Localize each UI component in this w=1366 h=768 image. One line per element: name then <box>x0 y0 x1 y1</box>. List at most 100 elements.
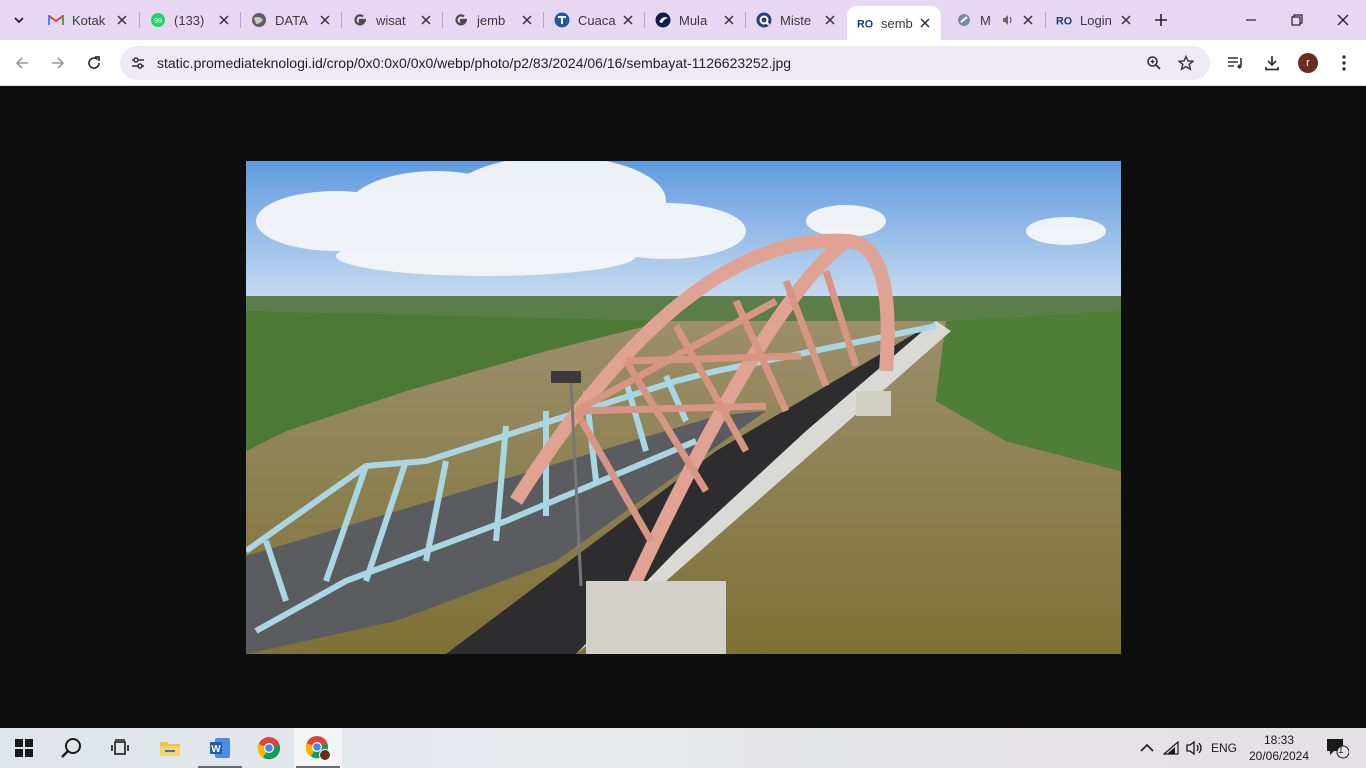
close-icon[interactable] <box>216 12 232 28</box>
bridge-photo[interactable] <box>246 161 1121 654</box>
chrome-icon <box>257 737 281 760</box>
site-info-icon[interactable] <box>128 53 148 73</box>
tab-title: wisat <box>376 12 406 28</box>
tab-google-wisata[interactable]: wisat <box>342 6 442 34</box>
menu-button[interactable] <box>1331 50 1357 76</box>
svg-text:99: 99 <box>154 18 162 25</box>
tab-search-button[interactable] <box>6 7 32 33</box>
downloads-button[interactable] <box>1259 50 1285 76</box>
clock-time: 18:33 <box>1263 733 1295 747</box>
word-button[interactable]: W <box>196 728 244 768</box>
chrome-profile-button[interactable] <box>294 728 342 768</box>
site-icon <box>956 12 972 28</box>
url-text[interactable]: static.promediateknologi.id/crop/0x0:0x0… <box>157 55 791 71</box>
tab-title: jemb <box>477 12 506 28</box>
q-icon <box>756 12 772 28</box>
clock[interactable]: 18:33 20/06/2024 <box>1248 732 1310 764</box>
speaker-icon[interactable] <box>1000 12 1016 28</box>
close-icon[interactable] <box>1118 12 1134 28</box>
tab-cuaca[interactable]: Cuaca <box>544 6 644 34</box>
tab-misteri[interactable]: Miste <box>746 6 846 34</box>
word-icon: W <box>210 738 230 758</box>
plus-icon <box>1155 14 1167 26</box>
bridge-photo-illustration <box>246 161 1121 654</box>
google-icon <box>352 12 368 28</box>
action-center-button[interactable]: 1 <box>1320 728 1354 768</box>
close-icon[interactable] <box>519 12 535 28</box>
tab-audio[interactable]: M <box>946 6 1044 34</box>
browser-toolbar: static.promediateknologi.id/crop/0x0:0x0… <box>0 40 1366 86</box>
tempo-icon <box>554 12 570 28</box>
reload-icon <box>88 56 100 69</box>
image-viewer <box>0 87 1366 728</box>
tab-google-jembatan[interactable]: jemb <box>443 6 543 34</box>
tab-title: (133) <box>174 12 205 28</box>
download-icon <box>1265 56 1279 71</box>
tab-title: Kotak <box>72 12 106 28</box>
media-queue-icon <box>1228 57 1242 69</box>
close-icon[interactable] <box>418 12 434 28</box>
close-icon[interactable] <box>1020 12 1036 28</box>
chevron-up-icon <box>1140 743 1154 752</box>
tab-title: Cuaca <box>578 12 616 28</box>
ro-icon: RO <box>1056 12 1072 28</box>
zoom-icon[interactable] <box>1144 53 1164 73</box>
windows-taskbar: W ENG 18:33 20/06/2024 1 <box>0 728 1366 768</box>
media-control-button[interactable] <box>1223 50 1249 76</box>
tab-mulai[interactable]: Mula <box>645 6 745 34</box>
restore-button[interactable] <box>1274 0 1320 40</box>
tab-login[interactable]: RO Login <box>1046 6 1142 34</box>
tab-gmail[interactable]: Kotak <box>38 6 138 34</box>
notification-count: 1 <box>1338 745 1344 756</box>
file-explorer-button[interactable] <box>146 728 194 768</box>
chrome-button[interactable] <box>245 728 293 768</box>
minimize-button[interactable] <box>1228 0 1274 40</box>
clock-date: 20/06/2024 <box>1248 749 1310 763</box>
task-view-button[interactable] <box>96 728 144 768</box>
tab-title: Miste <box>780 12 812 28</box>
start-button[interactable] <box>0 728 48 768</box>
gmail-icon <box>48 12 64 28</box>
show-hidden-icons-button[interactable] <box>1136 728 1158 768</box>
volume-button[interactable] <box>1184 728 1206 768</box>
minimize-icon <box>1246 19 1256 21</box>
bookmark-star-icon[interactable] <box>1176 53 1196 73</box>
ro-icon: RO <box>857 15 873 31</box>
close-icon[interactable] <box>721 12 737 28</box>
arrow-right-icon <box>52 57 65 69</box>
whatsapp-icon: 99 <box>150 12 166 28</box>
tab-whatsapp[interactable]: 99 (133) <box>140 6 240 34</box>
tab-sembayat-active[interactable]: RO semb <box>847 6 941 40</box>
close-icon[interactable] <box>620 12 636 28</box>
arrow-left-icon <box>15 57 28 69</box>
network-button[interactable] <box>1160 728 1182 768</box>
profile-avatar[interactable]: r <box>1298 53 1318 73</box>
close-icon[interactable] <box>317 12 333 28</box>
search-button[interactable] <box>48 728 96 768</box>
close-window-button[interactable] <box>1320 0 1366 40</box>
speaker-icon <box>1186 740 1202 756</box>
language-indicator[interactable]: ENG <box>1208 728 1240 768</box>
new-tab-button[interactable] <box>1148 7 1174 33</box>
notification-icon <box>1327 739 1349 759</box>
svg-text:W: W <box>211 744 221 755</box>
wifi-icon <box>1163 741 1179 755</box>
close-icon <box>1337 14 1349 26</box>
forward-button[interactable] <box>44 49 72 77</box>
chrome-profile-icon <box>305 736 331 761</box>
back-button[interactable] <box>8 49 36 77</box>
tab-title: semb <box>881 15 913 31</box>
windows-logo-icon <box>15 739 33 757</box>
task-view-icon <box>111 739 129 755</box>
reload-button[interactable] <box>80 49 108 77</box>
close-icon[interactable] <box>114 12 130 28</box>
globe-icon <box>251 12 267 28</box>
close-icon[interactable] <box>822 12 838 28</box>
tab-title: M <box>980 12 991 28</box>
close-icon[interactable] <box>917 15 933 31</box>
tab-data[interactable]: DATA <box>241 6 341 34</box>
tab-title: Login <box>1080 12 1112 28</box>
tab-title: DATA <box>275 12 308 28</box>
tab-strip: Kotak 99 (133) DATA wisat jemb Cuaca Mul… <box>0 0 1366 40</box>
address-bar[interactable]: static.promediateknologi.id/crop/0x0:0x0… <box>120 46 1210 80</box>
